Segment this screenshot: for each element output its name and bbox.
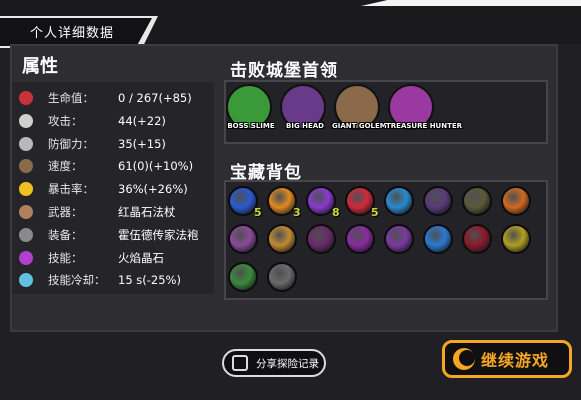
- stat-value: 红晶石法杖: [118, 205, 176, 219]
- attributes-header: 属性: [22, 56, 58, 77]
- sword-icon: [16, 111, 36, 131]
- stat-row: 攻击： 44(+22): [16, 111, 216, 131]
- stat-value: 霍伍德传家法袍: [118, 227, 199, 242]
- snowflake-icon[interactable]: [423, 224, 453, 254]
- stat-value: 44(+22): [118, 113, 166, 128]
- stat-label: 攻击：: [48, 113, 83, 128]
- bosses-box: [224, 80, 548, 144]
- boss-slime-icon[interactable]: BOSS SLIME: [226, 84, 275, 130]
- purple-beast-icon[interactable]: [423, 186, 453, 216]
- stat-label: 技能冷却：: [48, 273, 106, 288]
- ice-crystal-icon[interactable]: [384, 186, 414, 216]
- stat-value: 36%(+26%): [118, 182, 188, 197]
- stat-value: 火焰晶石: [118, 250, 164, 265]
- giant-golem-icon[interactable]: GIANT GOLEM: [332, 84, 387, 130]
- moon-icon: [453, 348, 475, 370]
- gold-ring-icon[interactable]: [501, 224, 531, 254]
- treasure-hunter-icon[interactable]: TREASURE HUNTER: [386, 84, 462, 130]
- stat-row: 生命值： 0 / 267(+85): [16, 88, 216, 108]
- purple-gem-icon[interactable]: [345, 224, 375, 254]
- rope-icon[interactable]: [462, 186, 492, 216]
- stat-value: 0 / 267(+85): [118, 91, 192, 105]
- stat-row: 武器： 红晶石法杖: [16, 202, 216, 222]
- item-count: 5: [371, 206, 379, 219]
- window-title: 个人详细数据: [30, 26, 115, 41]
- robe-icon: [16, 225, 36, 245]
- big-head-icon[interactable]: BIG HEAD: [280, 84, 326, 130]
- stat-label: 暴击率：: [48, 182, 94, 197]
- stat-label: 防御力：: [48, 136, 94, 151]
- item-count: 5: [254, 206, 262, 219]
- stat-label: 生命值：: [48, 91, 94, 105]
- continue-game-label: 继续游戏: [481, 351, 550, 370]
- boss-name: TREASURE HUNTER: [386, 122, 463, 130]
- staff-icon: [16, 202, 36, 222]
- golden-rune-icon[interactable]: [267, 224, 297, 254]
- share-record-button[interactable]: 分享探险记录: [222, 349, 326, 377]
- boss-name: BIG HEAD: [286, 122, 324, 130]
- cooldown-icon: [16, 270, 36, 290]
- stat-value: 15 s(-25%): [118, 273, 181, 288]
- green-potion-icon[interactable]: [228, 262, 258, 292]
- stat-row: 暴击率： 36%(+26%): [16, 179, 216, 199]
- stat-label: 武器：: [48, 205, 83, 219]
- share-icon: [232, 355, 248, 371]
- tentacle-icon[interactable]: [384, 224, 414, 254]
- boss-name: GIANT GOLEM: [332, 122, 387, 130]
- shield-icon: [16, 134, 36, 154]
- stat-row: 技能冷却： 15 s(-25%): [16, 270, 216, 290]
- stat-value: 35(+15): [118, 136, 166, 151]
- boot-icon: [16, 156, 36, 176]
- stat-row: 防御力： 35(+15): [16, 134, 216, 154]
- stat-label: 装备：: [48, 227, 83, 242]
- stat-label: 速度：: [48, 159, 83, 174]
- stat-row: 速度： 61(0)(+10%): [16, 156, 216, 176]
- iron-mask-icon[interactable]: [267, 262, 297, 292]
- fire-claw-icon[interactable]: [501, 186, 531, 216]
- purple-scroll-icon[interactable]: [228, 224, 258, 254]
- stat-row: 技能： 火焰晶石: [16, 248, 216, 268]
- triangle-rune-icon[interactable]: [306, 224, 336, 254]
- bosses-title: 击败城堡首领: [230, 61, 338, 81]
- red-fang-icon[interactable]: [462, 224, 492, 254]
- item-count: 3: [293, 206, 301, 219]
- item-count: 8: [332, 206, 340, 219]
- heart-icon: [16, 88, 36, 108]
- crit-star-icon: [16, 179, 36, 199]
- share-record-label: 分享探险记录: [256, 357, 319, 370]
- stat-label: 技能：: [48, 250, 83, 265]
- stat-row: 装备： 霍伍德传家法袍: [16, 225, 216, 245]
- boss-name: BOSS SLIME: [227, 122, 275, 130]
- stat-value: 61(0)(+10%): [118, 159, 194, 174]
- continue-game-button[interactable]: 继续游戏: [442, 340, 572, 378]
- magic-icon: [16, 248, 36, 268]
- top-right-accent: [361, 0, 581, 6]
